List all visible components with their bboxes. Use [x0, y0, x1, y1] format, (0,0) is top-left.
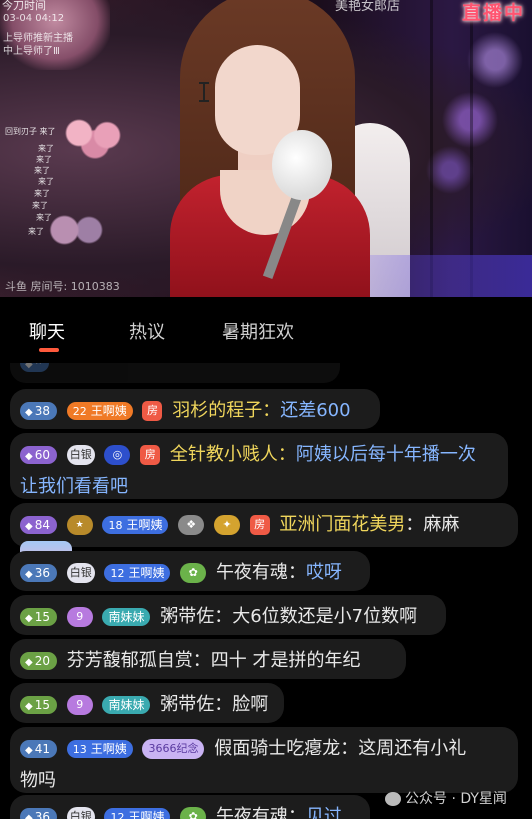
chat-username[interactable]: 芬芳馥郁孤自赏 — [67, 650, 193, 671]
overlay-date: 03-04 04:12 — [3, 13, 65, 24]
user-level-badge: ◆ 60 — [20, 446, 57, 464]
live-video-player[interactable]: 今刀时间 03-04 04:12 上导师推新主播 中上导师了Ⅲ 回到刃子 来了 … — [0, 0, 532, 297]
overlay-chat-line: 来了 — [36, 213, 52, 222]
chat-username[interactable]: 假面骑士吃瘪龙 — [214, 738, 340, 759]
streamer-figure — [150, 0, 380, 297]
user-level-badge: ◆ 41 — [20, 740, 57, 758]
silver-rank-badge: 白银 — [66, 445, 95, 465]
fan-club-badge: 12 王啊姨 — [104, 808, 171, 819]
chat-text: 脸啊 — [232, 694, 269, 715]
overlay-chat-line: 来了 — [32, 201, 48, 210]
chat-list[interactable]: ◆ ·· ◆ 38 22 王啊姨 房 羽杉的程子：还差600 ◆ 60 白银 ◎ 房 全… — [0, 363, 532, 819]
overlay-chat-line: 回到刃子 来了 — [5, 127, 56, 136]
chat-text: 还差600 — [280, 400, 351, 421]
live-badge: 直播中 — [462, 2, 526, 24]
chat-text: 哎呀 — [305, 562, 342, 583]
stage-light — [360, 255, 532, 297]
chat-username[interactable]: 全针教小贱人 — [170, 444, 278, 465]
chat-text: 阿姨以后每十年播一次 — [295, 444, 476, 465]
overlay-chat-line: 来了 — [36, 155, 52, 164]
chat-text: 四十 才是拼的年纪 — [210, 650, 361, 671]
wechat-icon — [385, 792, 401, 806]
chat-text-continued: 让我们看看吧 — [20, 476, 128, 497]
room-admin-badge: 房 — [249, 515, 270, 535]
fan-medal-icon: 9 — [66, 695, 93, 715]
chat-username[interactable]: 亚洲门面花美男 — [279, 514, 405, 535]
fan-club-badge: 18 王啊姨 — [102, 516, 169, 534]
chat-text: 见过 — [305, 806, 342, 819]
tab-summer-carnival[interactable]: 暑期狂欢 — [222, 318, 294, 344]
fan-club-badge: 13 王啊姨 — [66, 740, 133, 758]
chat-message[interactable]: ◆ 41 13 王啊姨 3666纪念 假面骑士吃瘪龙：这周还有小礼 物吗 — [10, 727, 518, 793]
chat-message-partial: ◆ ·· — [10, 363, 340, 383]
user-level-badge: ◆ ·· — [20, 363, 50, 372]
overlay-time-label: 今刀时间 — [2, 0, 46, 12]
text-cursor-icon — [199, 82, 209, 102]
active-tab-indicator — [39, 348, 59, 352]
user-level-badge: ◆ 15 — [20, 608, 57, 626]
chat-message[interactable]: ◆ 60 白银 ◎ 房 全针教小贱人：阿姨以后每十年播一次 让我们看看吧 — [10, 433, 508, 499]
chat-text: 这周还有小礼 — [358, 738, 467, 759]
wing-badge-icon: ❖ — [178, 515, 205, 535]
chat-username[interactable]: 午夜有魂 — [216, 806, 288, 819]
platinum-badge: ◎ — [104, 445, 131, 465]
microphone — [272, 130, 332, 200]
chat-message[interactable]: ◆ 15 9 南妹妹 粥带佐：大6位数还是小7位数啊 — [10, 595, 446, 635]
user-level-badge: ◆ 15 — [20, 696, 57, 714]
chat-text: 麻麻 — [423, 514, 460, 535]
green-achievement-icon: ✿ — [180, 807, 207, 819]
green-achievement-icon: ✿ — [180, 563, 207, 583]
user-level-badge: ◆ 38 — [20, 402, 57, 420]
room-admin-badge: 房 — [142, 401, 163, 421]
overlay-line: 上导师推新主播 — [3, 33, 73, 44]
fan-medal-icon: 9 — [66, 607, 93, 627]
overlay-chat-line: 来了 — [34, 189, 50, 198]
chat-message[interactable]: ◆ 20 芬芳馥郁孤自赏：四十 才是拼的年纪 — [10, 639, 406, 679]
user-level-badge: ◆ 36 — [20, 808, 57, 819]
room-admin-badge: 房 — [140, 445, 161, 465]
fan-club-badge: 南妹妹 — [102, 696, 151, 714]
tab-bar: 聊天 热议 暑期狂欢 — [0, 297, 532, 363]
chat-message[interactable]: ◆ 38 22 王啊姨 房 羽杉的程子：还差600 — [10, 389, 380, 429]
watermark: 公众号 · DY星闻 — [385, 788, 507, 808]
fan-club-badge: 22 王啊姨 — [66, 402, 133, 420]
chat-username[interactable]: 午夜有魂 — [216, 562, 288, 583]
chat-message[interactable]: ◆ 36 白银 12 王啊姨 ✿ 午夜有魂：哎呀 — [10, 551, 370, 591]
shop-label: 美艳女郎店 — [335, 0, 401, 14]
chat-username[interactable]: 粥带佐 — [160, 606, 214, 627]
noble-badge-icon: ★ — [66, 515, 93, 535]
fan-club-badge: 南妹妹 — [102, 608, 151, 626]
fan-club-badge: 12 王啊姨 — [104, 564, 171, 582]
overlay-chat-line: 来了 — [34, 166, 50, 175]
room-number: 斗鱼 房间号: 1010383 — [5, 280, 120, 293]
flower-decoration — [55, 115, 135, 160]
chat-message[interactable]: ◆ 36 白银 12 王啊姨 ✿ 午夜有魂：见过 — [10, 795, 370, 819]
achievement-badge-icon: ✦ — [213, 515, 240, 535]
overlay-chat-line: 来了 — [38, 144, 54, 153]
chat-message[interactable]: ◆ 84 ★ 18 王啊姨 ❖ ✦ 房 亚洲门面花美男：麻麻 — [10, 503, 518, 573]
user-level-badge: ◆ 84 — [20, 516, 57, 534]
overlay-chat-line: 来了 — [38, 177, 54, 186]
curtain-fold — [430, 0, 433, 297]
curtain-fold — [470, 0, 473, 297]
chat-text-continued: 物吗 — [20, 770, 56, 791]
chat-username[interactable]: 粥带佐 — [160, 694, 214, 715]
user-level-badge: ◆ 36 — [20, 564, 57, 582]
silver-rank-badge: 白银 — [66, 563, 95, 583]
chat-message[interactable]: ◆ 15 9 南妹妹 粥带佐：脸啊 — [10, 683, 284, 723]
chat-username[interactable]: 羽杉的程子 — [172, 400, 262, 421]
chat-text: 大6位数还是小7位数啊 — [232, 606, 418, 627]
tab-hot-topics[interactable]: 热议 — [129, 318, 165, 344]
overlay-chat-line: 来了 — [28, 227, 44, 236]
user-level-badge: ◆ 20 — [20, 652, 57, 670]
anniversary-badge: 3666纪念 — [142, 739, 205, 759]
overlay-line: 中上导师了Ⅲ — [3, 46, 60, 57]
silver-rank-badge: 白银 — [66, 807, 95, 819]
tab-chat[interactable]: 聊天 — [29, 318, 65, 344]
